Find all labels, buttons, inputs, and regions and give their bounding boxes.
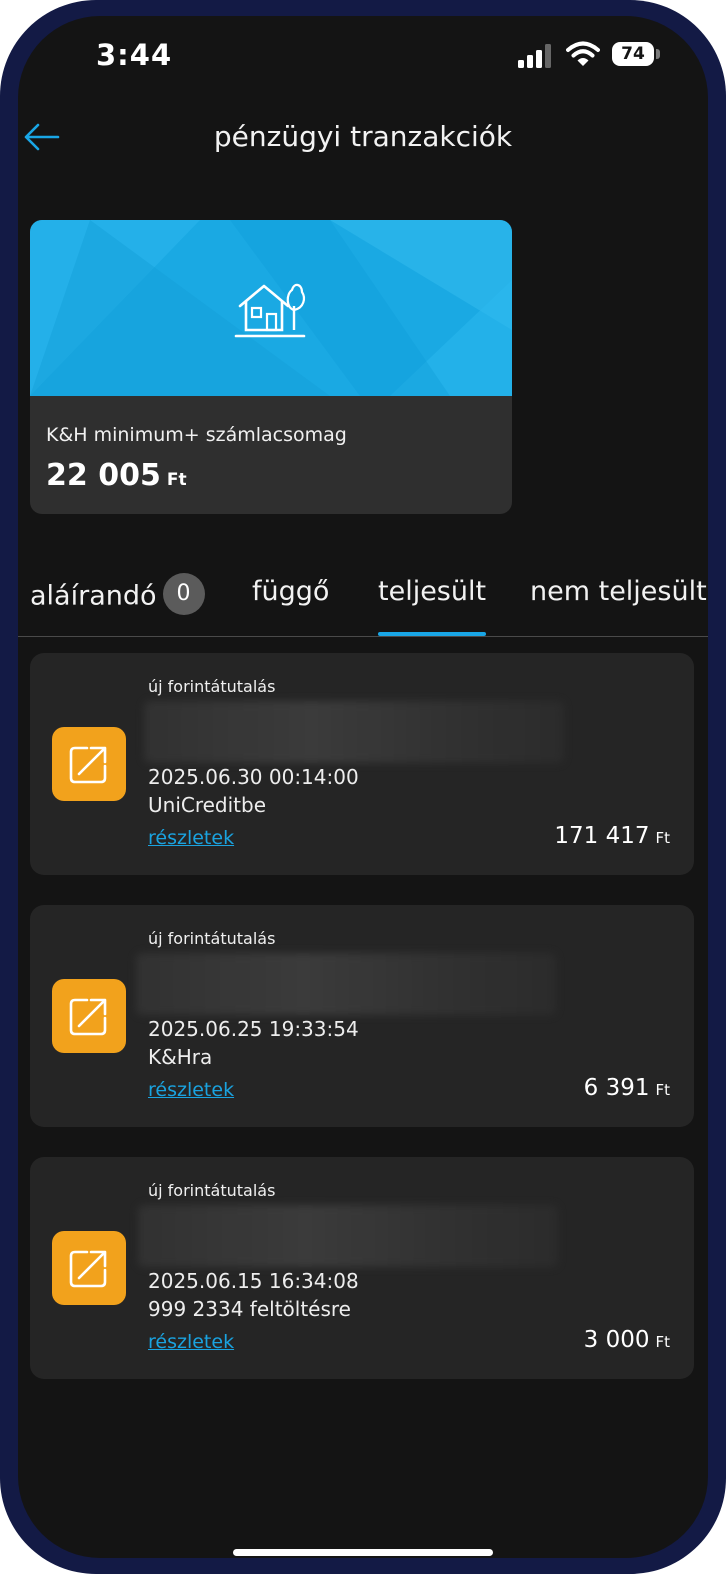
transaction-description: 999 2334 feltöltésre bbox=[148, 1297, 351, 1321]
card-banner bbox=[30, 220, 512, 396]
amount-currency: Ft bbox=[655, 1081, 670, 1099]
cellular-signal-icon bbox=[518, 44, 554, 68]
wifi-icon bbox=[566, 41, 600, 66]
amount-value: 6 391 bbox=[583, 1075, 650, 1101]
balance-value: 22 005 bbox=[46, 458, 161, 493]
amount-value: 3 000 bbox=[583, 1327, 650, 1353]
phone-frame: 3:44 74 pénzügyi tranzakciók K&H minimum… bbox=[0, 0, 726, 1574]
house-tree-icon bbox=[234, 283, 306, 338]
redacted-recipient bbox=[144, 701, 564, 763]
external-arrow-icon bbox=[52, 1231, 126, 1305]
transaction-type: új forintátutalás bbox=[148, 1181, 276, 1200]
transaction-card[interactable]: új forintátutalás 2025.06.30 00:14:00 Un… bbox=[30, 653, 694, 875]
redacted-recipient bbox=[138, 1205, 558, 1267]
status-tabs: aláírandó 0 függő teljesült nem teljesült bbox=[18, 573, 708, 638]
battery-indicator: 74 bbox=[612, 42, 654, 66]
home-indicator[interactable] bbox=[233, 1549, 493, 1556]
transaction-amount: 3 000 Ft bbox=[584, 1327, 670, 1353]
app-screen: 3:44 74 pénzügyi tranzakciók K&H minimum… bbox=[18, 16, 708, 1558]
tab-nem-teljesult[interactable]: nem teljesült bbox=[530, 576, 707, 607]
details-link[interactable]: részletek bbox=[148, 1331, 234, 1353]
transaction-description: UniCreditbe bbox=[148, 793, 267, 817]
account-card[interactable]: K&H minimum+ számlacsomag 22 005 Ft bbox=[30, 220, 512, 514]
amount-value: 171 417 bbox=[554, 823, 650, 849]
tabs-divider bbox=[18, 636, 708, 637]
status-time: 3:44 bbox=[96, 38, 173, 72]
account-balance: 22 005 Ft bbox=[46, 458, 187, 493]
redacted-recipient bbox=[136, 953, 556, 1015]
balance-currency: Ft bbox=[166, 470, 187, 490]
transaction-type: új forintátutalás bbox=[148, 929, 276, 948]
external-arrow-icon bbox=[52, 727, 126, 801]
tab-teljesult[interactable]: teljesült bbox=[378, 576, 486, 607]
details-link[interactable]: részletek bbox=[148, 1079, 234, 1101]
tab-fuggo[interactable]: függő bbox=[252, 576, 329, 607]
amount-currency: Ft bbox=[655, 1333, 670, 1351]
transaction-card[interactable]: új forintátutalás 2025.06.25 19:33:54 K&… bbox=[30, 905, 694, 1127]
amount-currency: Ft bbox=[655, 829, 670, 847]
transaction-date: 2025.06.15 16:34:08 bbox=[148, 1269, 359, 1293]
transaction-date: 2025.06.25 19:33:54 bbox=[148, 1017, 359, 1041]
account-name: K&H minimum+ számlacsomag bbox=[46, 424, 347, 446]
tab-label: aláírandó bbox=[30, 580, 157, 612]
transaction-date: 2025.06.30 00:14:00 bbox=[148, 765, 359, 789]
transaction-type: új forintátutalás bbox=[148, 677, 276, 696]
transaction-description: K&Hra bbox=[148, 1045, 213, 1069]
transaction-amount: 171 417 Ft bbox=[554, 823, 670, 849]
transaction-amount: 6 391 Ft bbox=[584, 1075, 670, 1101]
page-title: pénzügyi tranzakciók bbox=[213, 120, 513, 153]
transaction-card[interactable]: új forintátutalás 2025.06.15 16:34:08 99… bbox=[30, 1157, 694, 1379]
tab-alairando[interactable]: aláírandó 0 bbox=[30, 573, 205, 618]
details-link[interactable]: részletek bbox=[148, 827, 234, 849]
external-arrow-icon bbox=[52, 979, 126, 1053]
tab-count-badge: 0 bbox=[162, 573, 205, 615]
battery-tip bbox=[656, 49, 660, 59]
